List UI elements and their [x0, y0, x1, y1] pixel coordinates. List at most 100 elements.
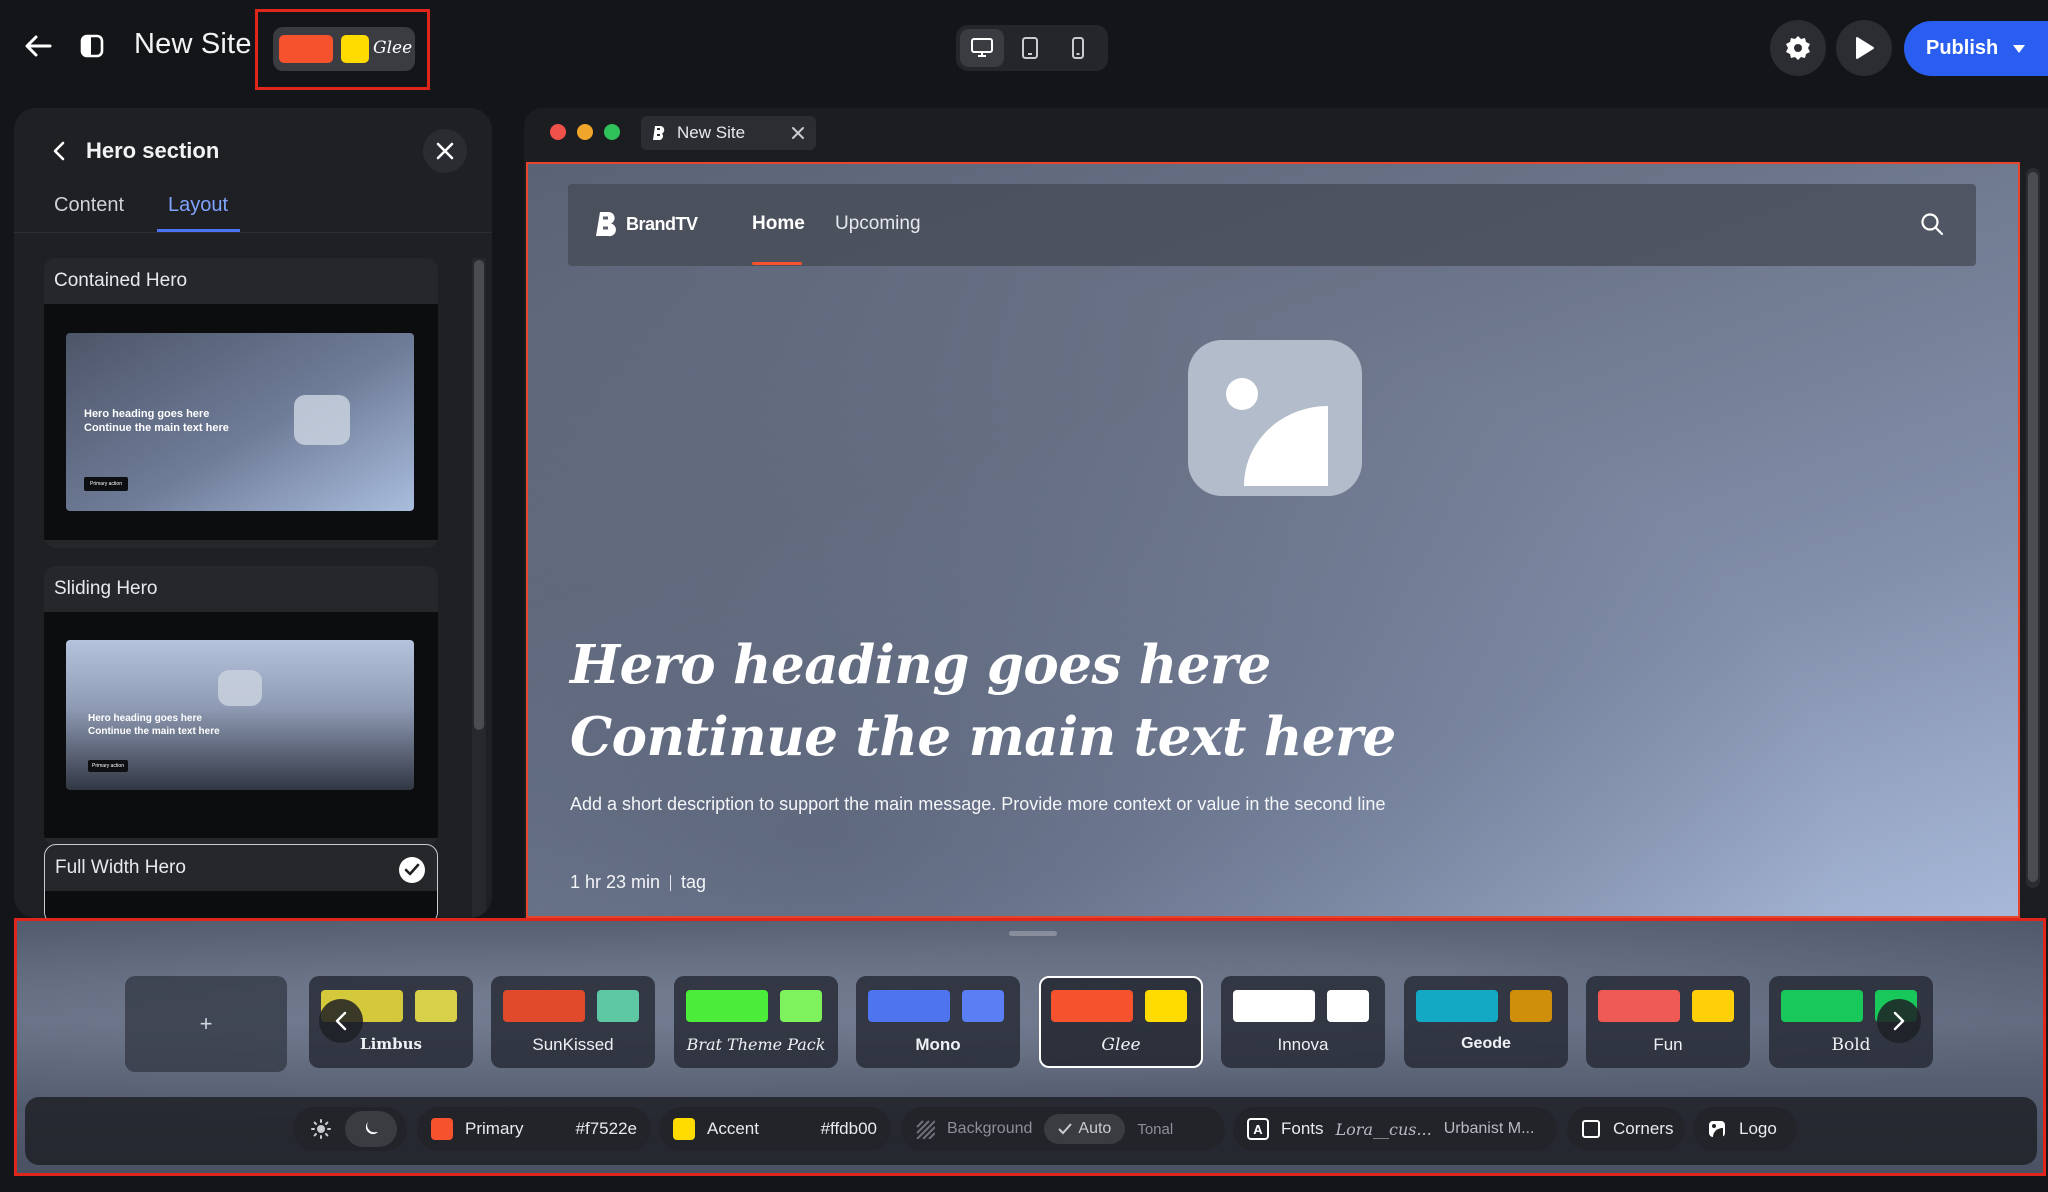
layout-option-contained-hero[interactable]: Contained Hero Hero heading goes here Co…: [44, 258, 438, 548]
themes-scroll-left-button[interactable]: [319, 999, 363, 1043]
theme-card-name: Mono: [915, 1035, 961, 1054]
theme-card-geode[interactable]: Geode: [1404, 976, 1568, 1068]
chevron-left-icon: [52, 140, 66, 162]
desktop-icon: [970, 37, 994, 59]
brand-logo-icon: [594, 210, 620, 238]
brand-logo-icon: [651, 124, 669, 142]
desktop-view-button[interactable]: [960, 29, 1004, 67]
thumbnail-heading: Hero heading goes here Continue the main…: [84, 408, 229, 434]
logo-control[interactable]: Logo: [1693, 1107, 1797, 1151]
theme-accent-swatch: [1327, 990, 1369, 1022]
site-title: New Site: [134, 28, 252, 60]
selected-check-icon: [399, 857, 425, 883]
site-logo[interactable]: BrandTV: [594, 210, 698, 238]
thumbnail-primary-button: Primary action: [88, 760, 128, 772]
preview-scrollbar-thumb[interactable]: [2028, 172, 2038, 882]
tab-close-icon[interactable]: [791, 126, 805, 140]
tab-layout[interactable]: Layout: [168, 194, 228, 217]
tablet-view-button[interactable]: [1008, 29, 1052, 67]
hero-duration: 1 hr 23 min: [570, 872, 661, 892]
theme-accent-swatch: [341, 35, 369, 63]
mobile-view-button[interactable]: [1056, 29, 1100, 67]
theme-accent-swatch: [962, 990, 1004, 1022]
theme-accent-swatch: [1145, 990, 1187, 1022]
theme-card-innova[interactable]: Innova: [1221, 976, 1385, 1068]
theme-primary-swatch: [1781, 990, 1863, 1022]
logo-label: Logo: [1739, 1119, 1777, 1138]
theme-card-name: Glee: [1101, 1035, 1141, 1055]
back-button[interactable]: [18, 26, 58, 66]
settings-button[interactable]: [1770, 20, 1826, 76]
nav-active-indicator: [752, 262, 802, 265]
panel-title: Hero section: [86, 138, 220, 163]
theme-card-name: SunKissed: [532, 1035, 614, 1054]
image-placeholder-icon: [1226, 378, 1328, 486]
site-canvas: BrandTV Home Upcoming Hero heading goes …: [526, 162, 2020, 918]
site-navbar: BrandTV Home Upcoming: [568, 184, 1976, 266]
theme-toolbar: Primary #f7522e Accent #ffdb00 Backgroun…: [25, 1097, 2037, 1165]
body-font-value: Urbanist M...: [1443, 1120, 1535, 1137]
thumbnail-image-placeholder: [218, 670, 262, 706]
thumbnail-primary-button: Primary action: [84, 477, 128, 491]
accent-color-control[interactable]: Accent #ffdb00: [659, 1107, 891, 1151]
panel-divider: [14, 232, 492, 233]
theme-primary-swatch: [1416, 990, 1498, 1022]
theme-primary-swatch: [1598, 990, 1680, 1022]
thumbnail-heading: Hero heading goes here Continue the main…: [88, 713, 220, 737]
panel-close-button[interactable]: [423, 129, 467, 173]
preview-tab[interactable]: New Site: [641, 116, 816, 150]
image-icon: [1707, 1119, 1727, 1139]
primary-label: Primary: [465, 1119, 524, 1138]
section-settings-panel: Hero section Content Layout Contained He…: [14, 108, 492, 918]
nav-upcoming[interactable]: Upcoming: [835, 213, 921, 235]
background-auto-option[interactable]: Auto: [1044, 1114, 1126, 1144]
hero-heading-line-1: Hero heading goes here: [570, 634, 1271, 696]
background-tonal-option[interactable]: Tonal: [1137, 1121, 1173, 1138]
layout-preview: Hero heading goes here Continue the main…: [44, 304, 438, 540]
color-mode-toggle: [293, 1107, 407, 1151]
sun-icon: [311, 1119, 331, 1139]
primary-color-control[interactable]: Primary #f7522e: [417, 1107, 651, 1151]
theme-card-name: Innova: [1277, 1035, 1329, 1054]
layout-option-title: Sliding Hero: [54, 578, 158, 599]
top-bar: New Site Glee Publish: [0, 0, 2048, 96]
hatch-pattern-icon: [915, 1119, 935, 1139]
theme-card-brat-theme-pack[interactable]: Brat Theme Pack: [674, 976, 838, 1068]
arrow-left-icon: [24, 34, 52, 58]
fonts-control[interactable]: A Fonts Lora__cus... Urbanist M...: [1233, 1107, 1557, 1151]
hero-image-placeholder[interactable]: [1188, 340, 1362, 496]
publish-button[interactable]: Publish: [1904, 21, 2048, 76]
theme-card-sunkissed[interactable]: SunKissed: [491, 976, 655, 1068]
theme-card-mono[interactable]: Mono: [856, 976, 1020, 1068]
panel-scrollbar-thumb[interactable]: [474, 260, 484, 730]
theme-selector[interactable]: Glee: [273, 27, 415, 71]
meta-separator: [670, 874, 672, 891]
theme-primary-swatch: [503, 990, 585, 1022]
theme-bar: + Limbus SunKissed Brat Theme Pack Mono …: [14, 918, 2046, 1176]
nav-home[interactable]: Home: [752, 213, 805, 235]
gear-icon: [1784, 34, 1812, 62]
background-label: Background: [947, 1120, 1033, 1137]
hero-tag: tag: [681, 872, 707, 892]
theme-card-fun[interactable]: Fun: [1586, 976, 1750, 1068]
theme-card-glee[interactable]: Glee: [1039, 976, 1203, 1068]
dark-mode-button[interactable]: [345, 1111, 397, 1147]
corners-control[interactable]: Corners: [1567, 1107, 1685, 1151]
theme-primary-swatch: [686, 990, 768, 1022]
theme-bar-drag-handle[interactable]: [1009, 931, 1057, 936]
layout-option-title: Full Width Hero: [55, 857, 186, 878]
auto-label: Auto: [1078, 1120, 1112, 1137]
layout-option-title: Contained Hero: [54, 270, 188, 291]
search-icon[interactable]: [1920, 212, 1944, 236]
toggle-sidebar-button[interactable]: [74, 28, 110, 64]
add-theme-button[interactable]: +: [125, 976, 287, 1072]
themes-scroll-right-button[interactable]: [1877, 999, 1921, 1043]
light-mode-button[interactable]: [297, 1111, 345, 1147]
panel-back-button[interactable]: [44, 136, 74, 166]
layout-option-full-width-hero[interactable]: Full Width Hero: [44, 844, 438, 918]
chevron-right-icon: [1893, 1011, 1905, 1031]
preview-play-button[interactable]: [1836, 20, 1892, 76]
layout-option-sliding-hero[interactable]: Sliding Hero Hero heading goes here Cont…: [44, 566, 438, 846]
background-control: Background Auto Tonal: [901, 1107, 1225, 1151]
tab-content[interactable]: Content: [54, 194, 124, 217]
